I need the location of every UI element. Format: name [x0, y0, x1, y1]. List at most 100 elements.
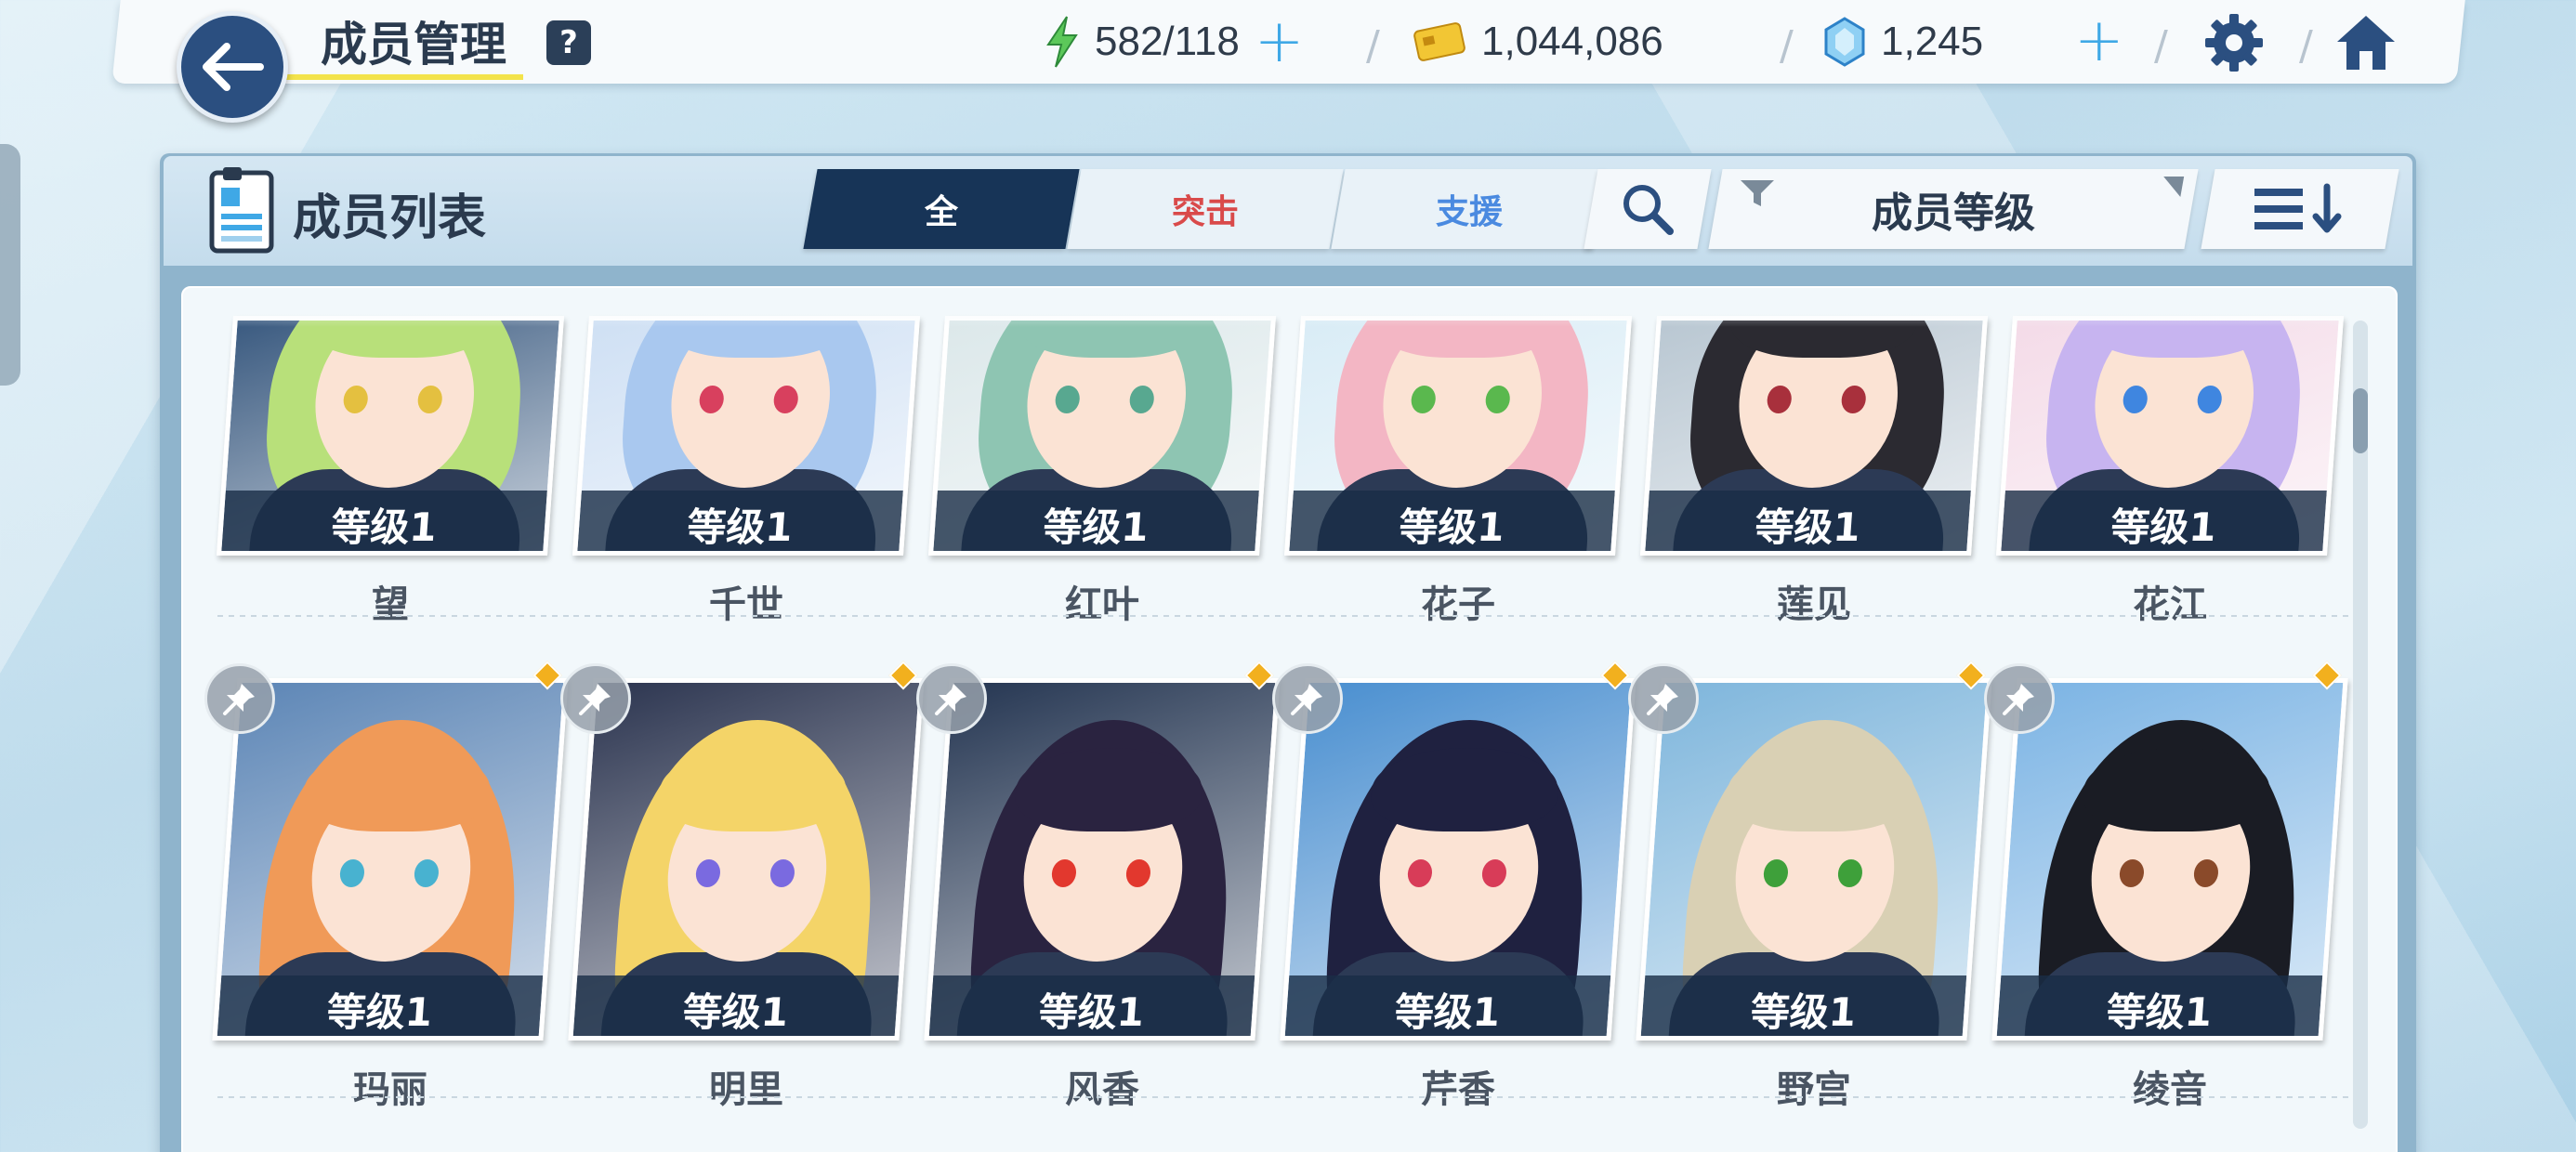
type-filter-tabs: 全 突击 支援 — [803, 169, 1608, 249]
character-fringe — [657, 748, 849, 831]
row-divider — [1641, 615, 1997, 617]
row-divider — [929, 615, 1285, 617]
side-drawer-handle[interactable] — [0, 144, 20, 386]
member-portrait: 等级1 — [927, 316, 1277, 556]
member-name: 绫音 — [2133, 1068, 2207, 1111]
row-divider — [573, 1096, 929, 1098]
character-fringe — [2081, 748, 2273, 831]
pin-icon — [935, 684, 966, 715]
tab-label: 支援 — [1435, 193, 1503, 231]
member-name: 野宫 — [1777, 1068, 1851, 1111]
divider: / — [1780, 22, 1794, 70]
pin-icon — [223, 684, 255, 715]
pin-button[interactable] — [1628, 663, 1699, 734]
member-portrait: 等级1 — [1995, 316, 2345, 556]
member-name: 花子 — [1421, 583, 1495, 626]
tab-all[interactable]: 全 — [803, 169, 1080, 249]
member-portrait: 等级1 — [572, 316, 921, 556]
member-portrait: 等级1 — [1639, 316, 1989, 556]
member-level: 等级1 — [932, 491, 1259, 556]
add-gem-button[interactable]: + — [2074, 11, 2124, 71]
pin-button[interactable] — [1984, 663, 2055, 734]
member-level: 等级1 — [1640, 975, 1967, 1041]
row-divider — [1997, 615, 2353, 617]
tab-label: 突击 — [1171, 193, 1239, 231]
member-portrait: 等级1 — [1283, 316, 1633, 556]
sort-descending-icon — [2254, 183, 2342, 233]
member-level: 等级1 — [576, 491, 903, 556]
pin-icon — [1291, 684, 1322, 715]
member-list-icon — [209, 167, 274, 254]
member-level: 等级1 — [1288, 491, 1615, 556]
member-name: 望 — [372, 583, 409, 626]
pin-button[interactable] — [916, 663, 987, 734]
member-level: 等级1 — [2000, 491, 2327, 556]
row-divider — [1285, 615, 1641, 617]
scroll-fade — [186, 290, 2351, 327]
arrow-left-icon — [203, 43, 264, 91]
character-fringe — [1725, 748, 1917, 831]
member-level: 等级1 — [572, 975, 900, 1041]
member-level: 等级1 — [1644, 491, 1971, 556]
divider: / — [1366, 22, 1380, 70]
row-divider — [1285, 1096, 1641, 1098]
stamina-value: 582/118 — [1095, 19, 1240, 64]
member-portrait: 等级1 — [1991, 678, 2348, 1041]
pin-icon — [2003, 684, 2034, 715]
sort-label: 成员等级 — [1872, 190, 2035, 237]
member-portrait: 等级1 — [216, 316, 565, 556]
member-level: 等级1 — [1284, 975, 1611, 1041]
row-divider — [1641, 1096, 1997, 1098]
scrollbar-thumb[interactable] — [2353, 388, 2368, 453]
tab-assault[interactable]: 突击 — [1067, 169, 1344, 249]
row-divider — [217, 615, 573, 617]
member-name: 明里 — [709, 1068, 783, 1111]
gear-icon — [2205, 14, 2263, 72]
sort-dropdown[interactable]: 成员等级 — [1708, 169, 2199, 249]
page-title: 成员管理 — [321, 18, 506, 72]
gem-icon — [1824, 17, 1865, 67]
member-name: 芹香 — [1421, 1068, 1495, 1111]
character-fringe — [1369, 748, 1561, 831]
pin-button[interactable] — [1272, 663, 1343, 734]
member-portrait: 等级1 — [1280, 678, 1636, 1041]
divider: / — [2154, 22, 2168, 70]
member-portrait: 等级1 — [1636, 678, 1992, 1041]
gem-value: 1,245 — [1881, 19, 1984, 64]
member-name: 红叶 — [1065, 583, 1139, 626]
help-button[interactable]: ? — [546, 20, 591, 65]
back-button[interactable] — [177, 11, 288, 123]
lightning-icon — [1046, 16, 1078, 68]
member-name: 花江 — [2133, 583, 2207, 626]
sort-order-button[interactable] — [2201, 169, 2399, 249]
search-icon — [1623, 185, 1674, 235]
pin-button[interactable] — [204, 663, 275, 734]
member-level: 等级1 — [217, 975, 544, 1041]
row-divider — [573, 615, 929, 617]
member-portrait: 等级1 — [212, 678, 569, 1041]
member-level: 等级1 — [928, 975, 1255, 1041]
settings-button[interactable] — [2199, 7, 2269, 78]
credit-resource: 1,044,086 — [1413, 11, 1663, 72]
credit-value: 1,044,086 — [1481, 19, 1663, 64]
home-icon — [2337, 16, 2395, 70]
pin-icon — [579, 684, 611, 715]
add-stamina-button[interactable]: + — [1255, 12, 1305, 72]
row-divider — [1997, 1096, 2353, 1098]
stamina-resource: 582/118 + — [1045, 11, 1304, 72]
member-name: 莲见 — [1777, 583, 1851, 626]
filter-icon — [1740, 180, 1774, 206]
pin-button[interactable] — [560, 663, 631, 734]
list-title: 成员列表 — [293, 190, 487, 246]
pin-icon — [1647, 684, 1678, 715]
tab-label: 全 — [924, 193, 958, 231]
dropdown-corner-icon — [2160, 177, 2185, 197]
home-button[interactable] — [2331, 7, 2401, 78]
member-portrait: 等级1 — [568, 678, 925, 1041]
member-level: 等级1 — [1996, 975, 2323, 1041]
search-button[interactable] — [1584, 169, 1712, 249]
row-divider — [929, 1096, 1285, 1098]
member-level: 等级1 — [220, 491, 547, 556]
character-fringe — [1013, 748, 1205, 831]
tab-support[interactable]: 支援 — [1331, 169, 1608, 249]
